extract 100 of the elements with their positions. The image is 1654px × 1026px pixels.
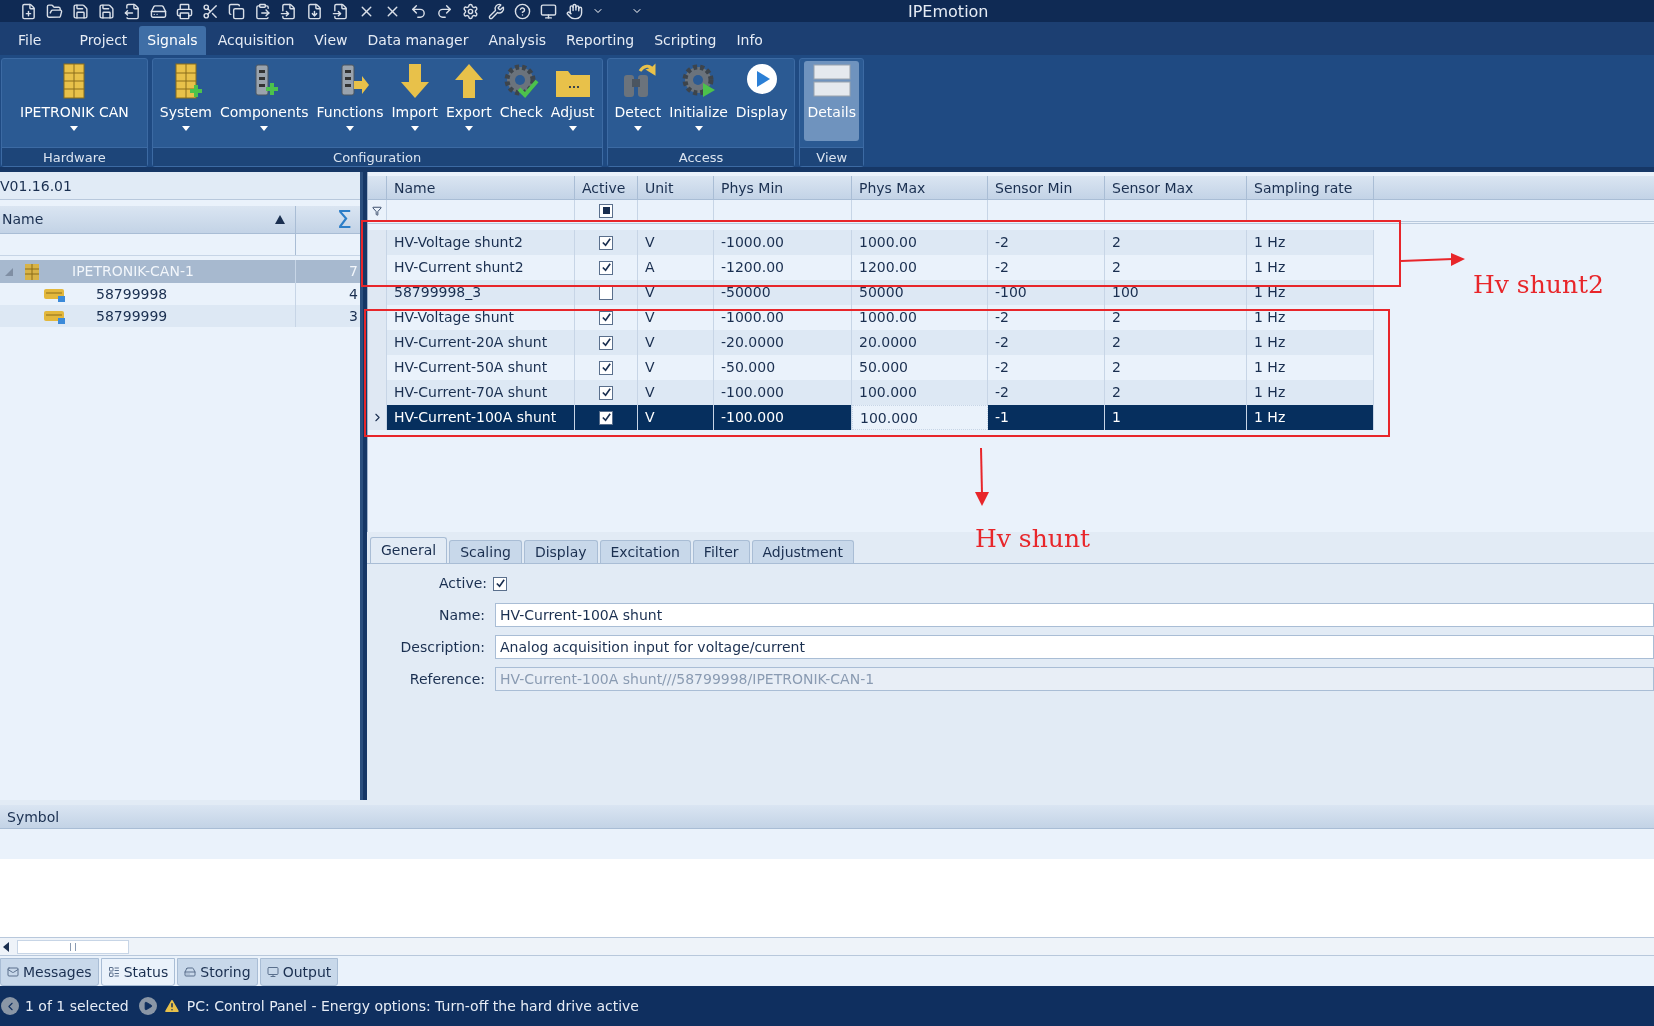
menu-tab[interactable]: Project [71, 26, 136, 55]
monitor-icon[interactable] [540, 2, 557, 20]
checkbox[interactable] [599, 360, 613, 375]
file-download-icon[interactable] [306, 2, 323, 20]
settings-icon[interactable] [462, 2, 479, 20]
ribbon-button[interactable]: Functions [313, 61, 387, 141]
menu-tab[interactable]: View [306, 26, 356, 55]
checkbox[interactable] [599, 410, 613, 425]
ribbon-button[interactable]: Import [388, 61, 441, 141]
field-label: Reference: [408, 669, 486, 689]
active-checkbox[interactable] [493, 576, 507, 591]
paste-icon[interactable] [254, 2, 271, 20]
column-header[interactable]: Sampling rate [1247, 176, 1374, 199]
menu-tab[interactable]: Acquisition [209, 26, 303, 55]
device-icon [44, 308, 66, 324]
table-row[interactable]: HV-Current-70A shunt V -100.000 100.000 -2 2 1 Hz [368, 380, 1374, 405]
column-header[interactable]: Phys Max [852, 176, 988, 199]
menu-tab[interactable]: File [10, 26, 50, 55]
item-count: 4 [348, 284, 359, 304]
table-cell: -1 [988, 405, 1105, 430]
dropdown-caret-icon [260, 126, 269, 131]
new-file-icon[interactable] [20, 2, 37, 20]
monitor-icon [266, 966, 279, 978]
checkbox[interactable] [599, 335, 613, 350]
checkbox[interactable] [599, 235, 613, 250]
filter-icon[interactable] [372, 205, 382, 216]
annotation-text: Hv shunt2 [1473, 269, 1604, 301]
detail-tab[interactable]: Filter [692, 540, 750, 563]
detail-tab[interactable]: Excitation [599, 540, 691, 563]
next-icon[interactable] [138, 997, 157, 1015]
panel-tab[interactable]: Status [100, 958, 176, 986]
checkbox[interactable] [599, 385, 613, 400]
table-row[interactable]: 58799998_3 V -50000 50000 -100 100 1 Hz [368, 280, 1374, 305]
table-cell: 1 Hz [1247, 405, 1374, 430]
table-row[interactable]: HV-Current-50A shunt V -50.000 50.000 -2 2 1 Hz [368, 355, 1374, 380]
file-import-icon[interactable] [332, 2, 349, 20]
menu-tab[interactable]: Scripting [646, 26, 725, 55]
ribbon-button[interactable]: Display [732, 61, 791, 141]
scroll-left-arrow-icon[interactable] [3, 941, 9, 952]
export-file-icon[interactable] [124, 2, 141, 20]
panel-tab[interactable]: Storing [177, 958, 258, 986]
detail-tab[interactable]: Scaling [449, 540, 522, 563]
undo-icon[interactable] [410, 2, 427, 20]
ribbon-group-label: Configuration [152, 147, 602, 166]
ribbon-button[interactable]: Adjust [547, 61, 598, 141]
column-header[interactable]: Sensor Max [1105, 176, 1247, 199]
open-folder-icon[interactable] [46, 2, 63, 20]
file-import-icon[interactable] [280, 2, 297, 20]
wrench-icon[interactable] [488, 2, 505, 20]
panel-tab[interactable]: Output [259, 958, 339, 986]
save-icon[interactable] [72, 2, 89, 20]
cut-icon[interactable] [202, 2, 219, 20]
table-row[interactable]: HV-Current-100A shunt V -100.000 100.000 -1 1 1 Hz [368, 405, 1374, 430]
copy-icon[interactable] [228, 2, 245, 20]
menu-tab[interactable]: Reporting [558, 26, 643, 55]
menu-tab[interactable]: Analysis [480, 26, 555, 55]
drive-icon[interactable] [150, 2, 167, 20]
input-field[interactable]: HV-Current-100A shunt [495, 603, 1654, 627]
column-header[interactable]: Name [0, 206, 296, 233]
list-icon [107, 966, 120, 978]
ribbon-button[interactable]: Initialize [666, 61, 731, 141]
ribbon-button[interactable]: IPETRONIK CAN [6, 61, 143, 141]
menu-tab[interactable]: Data manager [359, 26, 477, 55]
menu-tab[interactable]: Signals [139, 26, 206, 55]
dropdown-caret-icon [70, 126, 79, 131]
panel-tab[interactable]: Messages [0, 958, 99, 986]
hand-icon[interactable] [566, 2, 583, 20]
ribbon-button[interactable]: System [156, 61, 215, 141]
ribbon-button[interactable]: Components [217, 61, 312, 141]
annotation-arrow [975, 448, 989, 506]
input-field[interactable]: Analog acquisition input for voltage/current [495, 635, 1654, 659]
column-header[interactable]: Unit [638, 176, 714, 199]
ribbon-button[interactable]: Check [496, 61, 546, 141]
checkbox[interactable] [599, 260, 613, 275]
previous-icon[interactable] [1, 997, 19, 1015]
detail-tab[interactable]: General [370, 537, 448, 563]
detail-tab[interactable]: Display [523, 540, 598, 563]
ribbon-button[interactable]: Export [442, 61, 495, 141]
save-icon[interactable] [98, 2, 115, 20]
table-row[interactable]: HV-Voltage shunt V -1000.00 1000.00 -2 2 1 Hz [368, 305, 1374, 330]
tree-item[interactable]: 58799999 3 [0, 305, 360, 327]
detail-tab[interactable]: Adjustment [751, 540, 854, 563]
help-icon[interactable] [514, 2, 531, 20]
table-row[interactable]: HV-Voltage shunt2 V -1000.00 1000.00 -2 2 1 Hz [368, 230, 1374, 255]
column-header[interactable]: Phys Min [714, 176, 852, 199]
mail-icon [7, 966, 19, 978]
menu-tab[interactable]: Info [728, 26, 771, 55]
redo-icon[interactable] [436, 2, 453, 20]
table-row[interactable]: HV-Current shunt2 A -1200.00 1200.00 -2 2 1 Hz [368, 255, 1374, 280]
table-row[interactable]: HV-Current-20A shunt V -20.0000 20.0000 -2 2 1 Hz [368, 330, 1374, 355]
dropdown-caret-icon [568, 126, 577, 131]
print-icon[interactable] [176, 2, 193, 20]
ribbon-button[interactable]: Detect [611, 61, 665, 141]
column-header[interactable]: Sensor Min [988, 176, 1105, 199]
dropdown-caret-icon [694, 126, 703, 131]
column-header[interactable]: Name [387, 176, 575, 199]
item-count: 3 [348, 306, 359, 326]
filter-checkbox[interactable] [599, 203, 613, 218]
column-header[interactable]: Active [575, 176, 638, 199]
scrollbar-thumb[interactable] [17, 939, 129, 954]
